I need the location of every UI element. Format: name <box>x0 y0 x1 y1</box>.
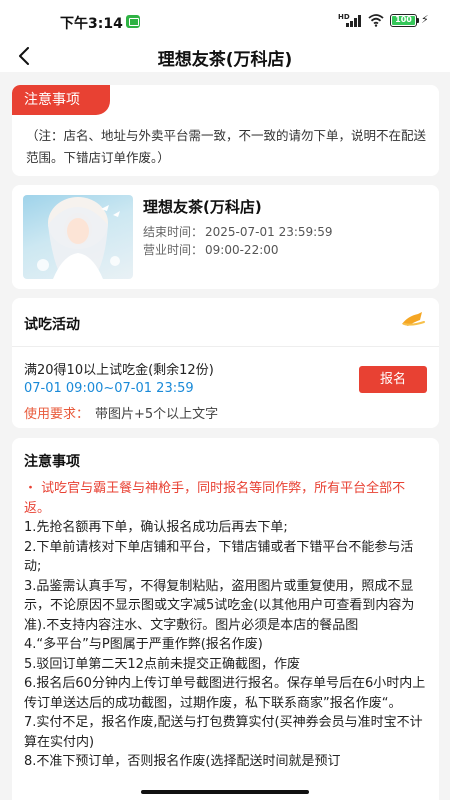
business-hours-label: 营业时间： <box>143 243 204 257</box>
megaphone-icon <box>402 312 425 326</box>
divider <box>12 346 439 347</box>
end-time-label: 结束时间： <box>143 225 204 239</box>
end-time-row: 结束时间： 2025-07-01 23:59:59 <box>143 223 332 240</box>
rules-card: 注意事项 ・ 试吃官与霸王餐与神枪手，同时报名等同作弊，所有平台全部不返。 1.… <box>12 438 439 800</box>
home-indicator[interactable] <box>141 790 309 794</box>
battery-nub <box>417 18 419 23</box>
nav-bar: 理想友茶(万科店) <box>0 40 450 72</box>
rule-item: 2.下单前请核对下单店铺和平台，下错店铺或者下错平台不能参与活动; <box>24 539 414 575</box>
trial-offer: 满20得10以上试吃金(剩余12份) <box>24 363 214 378</box>
end-time-value: 2025-07-01 23:59:59 <box>205 225 333 239</box>
rule-item: 5.驳回订单第二天12点前未提交正确截图，作废 <box>24 656 300 672</box>
notice-text: （注：店名、地址与外卖平台需一致，不一致的请勿下单，说明不在配送范围。下错店订单… <box>26 128 427 165</box>
rule-item: 3.品鉴需认真手写，不得复制粘贴，盗用图片或重复使用，照成不显示，不论原因不显示… <box>24 578 415 633</box>
business-hours-value: 09:00-22:00 <box>205 243 279 257</box>
notice-card: 注意事项 （注：店名、地址与外卖平台需一致，不一致的请勿下单，说明不在配送范围。… <box>12 85 439 176</box>
shop-name: 理想友茶(万科店) <box>143 198 262 216</box>
page-title: 理想友茶(万科店) <box>157 50 293 70</box>
trial-activity-card: 试吃活动 满20得10以上试吃金(剩余12份) 07-01 09:00~07-0… <box>12 298 439 428</box>
trial-time: 07-01 09:00~07-01 23:59 <box>24 381 194 396</box>
status-time: 下午3:14 <box>60 16 123 32</box>
usage-requirement: 使用要求： 带图片+5个以上文字 <box>24 403 218 422</box>
trial-title: 试吃活动 <box>24 317 80 333</box>
status-bar: 下午3:14 HD 100 ⚡ <box>0 0 450 40</box>
rules-body: ・ 试吃官与霸王餐与神枪手，同时报名等同作弊，所有平台全部不返。 1.先抢名额再… <box>24 479 430 772</box>
signup-button[interactable]: 报名 <box>359 366 427 393</box>
usage-requirement-value: 带图片+5个以上文字 <box>95 407 219 422</box>
shop-illustration <box>37 197 120 279</box>
battery-icon: 100 <box>390 14 417 27</box>
shop-card[interactable]: 理想友茶(万科店) 结束时间： 2025-07-01 23:59:59 营业时间：… <box>12 185 439 289</box>
rule-item: 4.“多平台”与P图属于严重作弊(报名作废) <box>24 637 263 652</box>
rule-item: 6.报名后60分钟内上传订单号截图进行报名。保存单号后在6小时内上传订单送达后的… <box>24 676 426 711</box>
charging-icon: ⚡ <box>421 13 429 26</box>
rule-item: 8.不准下预订单，否则报名作废(选择配送时间就是预订 <box>24 754 341 769</box>
rule-item: 1.先抢名额再下单，确认报名成功后再去下单; <box>24 520 288 535</box>
business-hours-row: 营业时间： 09:00-22:00 <box>143 241 279 258</box>
rule-item: 7.实付不足，报名作废,配送与打包费算实付(买神券会员与准时宝不计算在实付内) <box>24 715 423 750</box>
usage-requirement-label: 使用要求： <box>24 407 90 422</box>
rules-warning: ・ 试吃官与霸王餐与神枪手，同时报名等同作弊，所有平台全部不返。 <box>24 481 406 516</box>
shop-image <box>23 195 133 279</box>
battery-level: 100 <box>392 16 415 25</box>
rules-title: 注意事项 <box>24 454 80 470</box>
signal-icon <box>346 15 364 27</box>
notice-tag: 注意事项 <box>12 85 110 115</box>
wifi-icon <box>368 14 384 27</box>
message-notification-icon <box>126 15 140 28</box>
